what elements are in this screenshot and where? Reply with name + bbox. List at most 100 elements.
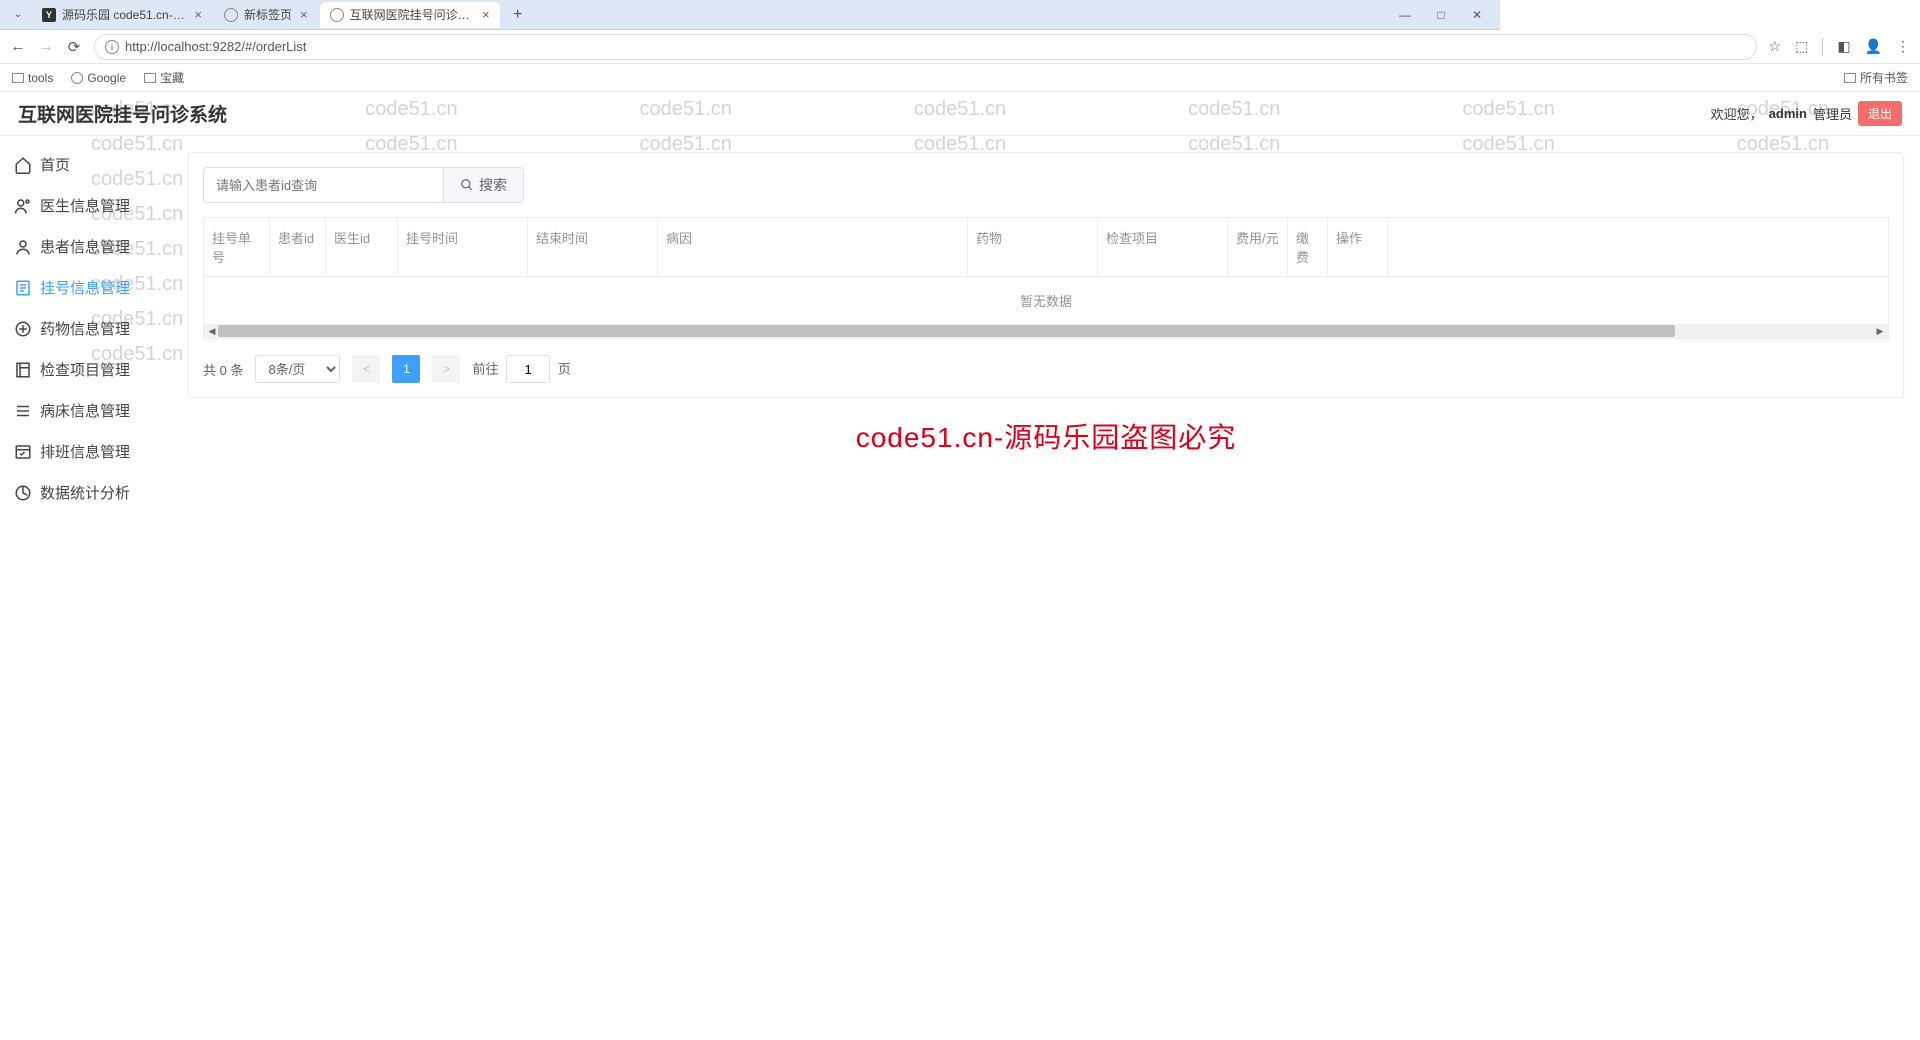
sidebar-icon	[14, 443, 32, 461]
favicon-globe	[330, 8, 344, 22]
side-panel-icon[interactable]: ◧	[1837, 38, 1850, 55]
sidebar-item-8[interactable]: 数据统计分析	[0, 472, 172, 513]
folder-icon	[144, 73, 156, 83]
profile-icon[interactable]: 👤	[1865, 38, 1882, 55]
patient-id-search-input[interactable]	[203, 167, 443, 203]
sidebar-item-2[interactable]: 患者信息管理	[0, 226, 172, 267]
next-page-button[interactable]: >	[432, 355, 460, 383]
pagination: 共 0 条 8条/页 < 1 > 前往 页	[203, 355, 1889, 383]
sidebar-icon	[14, 197, 32, 215]
scroll-thumb[interactable]	[218, 325, 1675, 337]
tab-title: 互联网医院挂号问诊系统	[350, 6, 474, 23]
favicon-y: Y	[42, 8, 56, 22]
horizontal-scrollbar[interactable]: ◀ ▶	[204, 324, 1888, 338]
address-bar[interactable]: i http://localhost:9282/#/orderList	[94, 34, 1757, 60]
folder-icon	[1844, 73, 1856, 83]
tab-title: 新标签页	[244, 6, 292, 23]
column-header: 病因	[658, 218, 968, 276]
prev-page-button[interactable]: <	[352, 355, 380, 383]
star-icon[interactable]: ☆	[1769, 38, 1782, 55]
app-header: 互联网医院挂号问诊系统 欢迎您， admin 管理员 退出	[0, 92, 1920, 136]
close-icon[interactable]: ×	[194, 7, 202, 22]
browser-tab-strip: ⌄ Y 源码乐园 code51.cn-项目论文… × 新标签页 × 互联网医院挂…	[0, 0, 1500, 30]
sidebar-icon	[14, 320, 32, 338]
sidebar: 首页医生信息管理患者信息管理挂号信息管理药物信息管理检查项目管理病床信息管理排班…	[0, 136, 172, 810]
separator	[1822, 38, 1823, 56]
column-header: 挂号时间	[398, 218, 528, 276]
maximize-button[interactable]: □	[1434, 8, 1448, 22]
tab-dropdown[interactable]: ⌄	[8, 5, 28, 25]
close-window-button[interactable]: ✕	[1470, 8, 1484, 22]
bookmark-bar: tools Google 宝藏 所有书签	[0, 64, 1920, 92]
minimize-button[interactable]: —	[1398, 8, 1412, 22]
browser-nav-bar: ← → ⟳ i http://localhost:9282/#/orderLis…	[0, 30, 1920, 64]
site-info-icon[interactable]: i	[105, 40, 119, 54]
column-header: 操作	[1328, 218, 1388, 276]
browser-tab-1[interactable]: 新标签页 ×	[214, 2, 318, 28]
sidebar-icon	[14, 156, 32, 174]
app-root: code51.cncode51.cncode51.cncode51.cncode…	[0, 92, 1920, 810]
new-tab-button[interactable]: +	[506, 3, 530, 27]
sidebar-item-label: 病床信息管理	[40, 400, 130, 421]
sidebar-item-1[interactable]: 医生信息管理	[0, 185, 172, 226]
menu-icon[interactable]: ⋮	[1896, 38, 1910, 55]
sidebar-item-label: 首页	[40, 154, 70, 175]
scroll-track[interactable]	[218, 325, 1874, 337]
sidebar-icon	[14, 361, 32, 379]
sidebar-item-label: 排班信息管理	[40, 441, 130, 462]
sidebar-item-7[interactable]: 排班信息管理	[0, 431, 172, 472]
gear-icon	[71, 72, 83, 84]
column-header: 费用/元	[1228, 218, 1288, 276]
search-button-label: 搜索	[479, 175, 507, 195]
search-row: 搜索	[203, 167, 1889, 203]
scroll-left-arrow[interactable]: ◀	[206, 325, 218, 337]
column-header: 挂号单号	[204, 218, 270, 276]
page-jump-input[interactable]	[506, 355, 550, 383]
welcome-text: 欢迎您，	[1711, 104, 1763, 123]
app-title: 互联网医院挂号问诊系统	[18, 100, 227, 127]
table-header-row: 挂号单号患者id医生id挂号时间结束时间病因药物检查项目费用/元缴费操作	[204, 218, 1888, 277]
reload-button[interactable]: ⟳	[66, 38, 82, 56]
column-header: 患者id	[270, 218, 326, 276]
logout-button[interactable]: 退出	[1858, 101, 1902, 126]
close-icon[interactable]: ×	[482, 7, 490, 22]
column-header: 结束时间	[528, 218, 658, 276]
bookmark-treasure[interactable]: 宝藏	[144, 69, 184, 86]
sidebar-icon	[14, 238, 32, 256]
browser-tab-0[interactable]: Y 源码乐园 code51.cn-项目论文… ×	[32, 2, 212, 28]
page-jump: 前往 页	[472, 355, 570, 383]
column-header: 缴费	[1288, 218, 1328, 276]
page-size-select[interactable]: 8条/页	[255, 355, 340, 383]
sidebar-item-3[interactable]: 挂号信息管理	[0, 267, 172, 308]
folder-icon	[12, 73, 24, 83]
sidebar-item-label: 挂号信息管理	[40, 277, 130, 298]
sidebar-item-0[interactable]: 首页	[0, 144, 172, 185]
sidebar-item-label: 药物信息管理	[40, 318, 130, 339]
column-header: 检查项目	[1098, 218, 1228, 276]
favicon-globe	[224, 8, 238, 22]
close-icon[interactable]: ×	[300, 7, 308, 22]
page-1-button[interactable]: 1	[392, 355, 420, 383]
bookmark-google[interactable]: Google	[71, 71, 126, 85]
url-text: http://localhost:9282/#/orderList	[125, 39, 306, 54]
extension-icon[interactable]: ⬚	[1795, 38, 1808, 55]
column-header: 药物	[968, 218, 1098, 276]
sidebar-icon	[14, 402, 32, 420]
sidebar-icon	[14, 279, 32, 297]
column-header: 医生id	[326, 218, 398, 276]
search-button[interactable]: 搜索	[443, 167, 524, 203]
sidebar-item-label: 数据统计分析	[40, 482, 130, 503]
bookmark-tools[interactable]: tools	[12, 71, 53, 85]
empty-state: 暂无数据	[204, 277, 1888, 324]
forward-button[interactable]: →	[38, 38, 54, 55]
total-count: 共 0 条	[203, 360, 243, 379]
app-body: 首页医生信息管理患者信息管理挂号信息管理药物信息管理检查项目管理病床信息管理排班…	[0, 136, 1920, 810]
sidebar-item-4[interactable]: 药物信息管理	[0, 308, 172, 349]
all-bookmarks[interactable]: 所有书签	[1844, 69, 1908, 86]
sidebar-item-6[interactable]: 病床信息管理	[0, 390, 172, 431]
sidebar-item-5[interactable]: 检查项目管理	[0, 349, 172, 390]
copyright-notice: code51.cn-源码乐园盗图必究	[188, 398, 1904, 456]
scroll-right-arrow[interactable]: ▶	[1874, 325, 1886, 337]
back-button[interactable]: ←	[10, 38, 26, 55]
browser-tab-2[interactable]: 互联网医院挂号问诊系统 ×	[320, 2, 500, 28]
